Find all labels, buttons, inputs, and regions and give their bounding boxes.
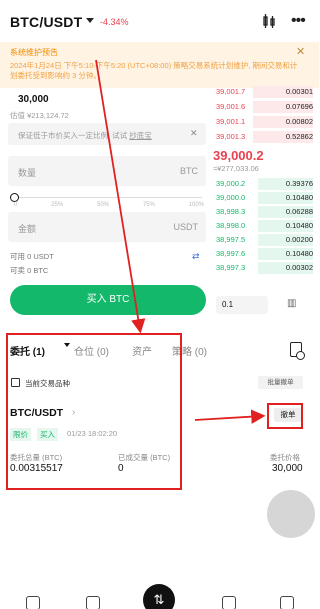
bid-qty: 0.00302 [285,263,313,272]
bid-price: 38,997.5 [216,235,246,244]
tip-link[interactable]: 抄底宝 [129,131,152,140]
notice-title: 系统维护预告 [10,48,58,57]
ask-qty: 0.00802 [285,117,313,126]
symbol-title[interactable]: BTC/USDT [10,14,82,30]
bid-price: 38,998.3 [216,207,246,216]
ask-price: 39,001.1 [216,117,246,126]
order-price-value: 30,000 [272,463,303,474]
order-price-label: 委托价格 [270,453,300,462]
annotation-box-orders [6,333,182,490]
orderbook-layout-icon[interactable]: ▥ [287,298,296,309]
bid-price: 38,997.3 [216,263,246,272]
header: BTC/USDT -4.34% ••• [0,0,319,42]
amount-field[interactable]: 数量 BTC [8,156,206,186]
bid-qty: 0.39376 [285,179,313,188]
futures-icon[interactable] [222,596,236,609]
tip-text: 保证低于市价买入一定比例, 试试 抄底宝 [18,131,152,140]
bid-row[interactable]: 38,998.3 0.06288 [213,206,313,218]
bid-price: 38,997.6 [216,249,246,258]
total-unit: USDT [173,222,199,232]
buy-button[interactable]: 买入 BTC [10,285,206,315]
market-icon[interactable] [86,596,100,609]
ask-row[interactable]: 39,001.6 0.07696 [213,101,313,113]
bid-row[interactable]: 39,000.0 0.10480 [213,192,313,204]
maintenance-notice: 系统维护预告 2024年1月24日 下午5:10-下午5:20 (UTC+08:… [0,42,319,88]
pct-label: 100% [188,202,204,208]
bid-qty: 0.00200 [285,235,313,244]
price-change: -4.34% [100,17,129,27]
amount-unit: BTC [180,166,198,176]
slider-percentages: 0 25% 50% 75% 100% [14,202,204,208]
bid-qty: 0.10480 [285,193,313,202]
last-price: 39,000.2 [213,148,264,163]
pct-label: 25% [51,202,64,208]
bid-qty: 0.06288 [285,207,313,216]
bid-price: 38,998.0 [216,221,246,230]
bid-row[interactable]: 38,997.6 0.10480 [213,248,313,260]
slider-knob[interactable] [10,193,19,202]
bid-row[interactable]: 38,997.3 0.00302 [213,262,313,274]
ask-row[interactable]: 39,001.3 0.52862 [213,131,313,143]
price-estimate: 估值 ¥213,124.72 [10,111,69,120]
slider-track [14,197,202,198]
ask-row[interactable]: 39,001.1 0.00802 [213,116,313,128]
bid-row[interactable]: 39,000.2 0.39376 [213,178,313,190]
ask-qty: 0.07696 [285,102,313,111]
bid-qty: 0.10480 [285,249,313,258]
candlestick-icon[interactable] [262,14,276,28]
transfer-icon[interactable]: ⇄ [192,251,200,262]
annotation-arrow [194,409,266,424]
home-icon[interactable] [26,596,40,609]
ask-qty: 0.00301 [285,87,313,96]
annotation-box-cancel [267,403,303,429]
trade-icon[interactable]: ⇅ [143,584,175,609]
price-input[interactable]: 30,000 [18,94,49,105]
amount-placeholder: 数量 [18,168,37,178]
last-price-cny: ≈¥277,033.06 [213,164,259,173]
total-placeholder: 金额 [18,224,37,234]
available-btc: 可卖 0 BTC [10,266,49,275]
notice-body: 2024年1月24日 下午5:10-下午5:20 (UTC+08:00) 策略交… [10,61,298,80]
chevron-down-icon[interactable] [86,18,94,23]
tip-banner: 保证低于市价买入一定比例, 试试 抄底宝 ✕ [8,123,206,145]
depth-select[interactable]: 0.1 [216,296,268,314]
bid-price: 39,000.0 [216,193,246,202]
close-icon[interactable]: ✕ [190,128,198,139]
available-usdt: 可用 0 USDT [10,252,54,261]
ask-price: 39,001.6 [216,102,246,111]
close-icon[interactable]: ✕ [296,45,305,58]
more-icon[interactable]: ••• [291,12,306,30]
floating-button[interactable] [267,490,315,538]
ask-row[interactable]: 39,001.7 0.00301 [213,86,313,98]
bid-row[interactable]: 38,997.5 0.00200 [213,234,313,246]
assets-icon[interactable] [280,596,294,609]
pct-label: 75% [142,202,155,208]
pct-label: 0 [14,202,18,208]
bid-qty: 0.10480 [285,221,313,230]
pct-label: 50% [96,202,109,208]
total-field[interactable]: 金额 USDT [8,212,206,242]
ask-price: 39,001.3 [216,132,246,141]
bid-price: 39,000.2 [216,179,246,188]
ask-price: 39,001.7 [216,87,246,96]
bottom-nav: ⇅ [0,582,319,609]
bid-row[interactable]: 38,998.0 0.10480 [213,220,313,232]
ask-qty: 0.52862 [285,132,313,141]
order-history-icon[interactable] [290,342,305,360]
batch-cancel-button[interactable]: 批量撤单 [258,376,303,389]
